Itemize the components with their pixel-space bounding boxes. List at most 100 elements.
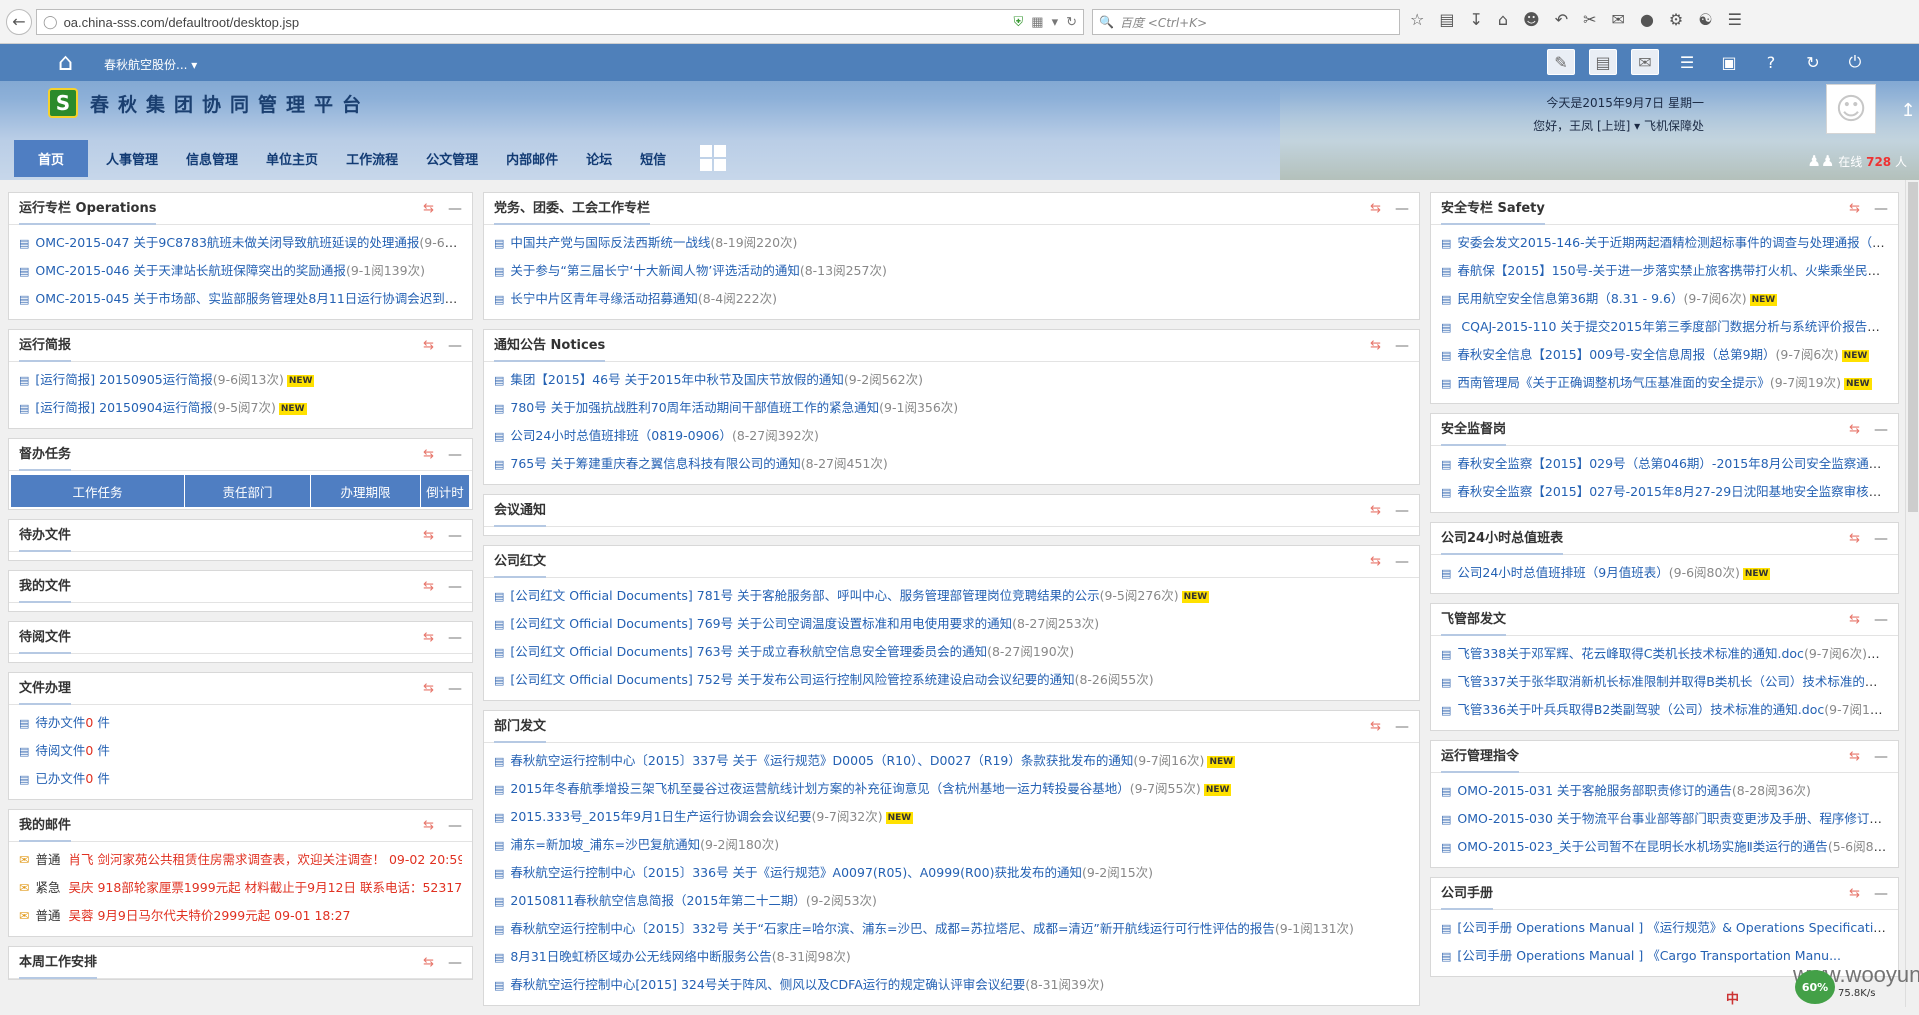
list-item[interactable]: ▤ 20150811春秋航空信息简报（2015年第二十二期）(9-2阅53次) bbox=[494, 887, 1409, 915]
col-task[interactable]: 工作任务 bbox=[11, 475, 185, 507]
list-item[interactable]: ▤ 关于参与“第三届长宁‘十大新闻人物’评选活动的通知(8-13阅257次) bbox=[494, 257, 1409, 285]
shield-icon[interactable]: ⛨ bbox=[1014, 14, 1024, 30]
bookmark-star-icon[interactable]: ☆ bbox=[1410, 10, 1424, 29]
list-item[interactable]: ▤ [公司红文 Official Documents] 763号 关于成立春秋航空… bbox=[494, 638, 1409, 666]
list-item[interactable]: ▤ 春航保【2015】150号-关于进一步落实禁止旅客携带打火机、火柴乘坐民航飞.… bbox=[1441, 257, 1888, 285]
minimize-icon[interactable]: — bbox=[1874, 531, 1888, 547]
edit-note-icon[interactable]: ✎ bbox=[1547, 49, 1575, 75]
minimize-icon[interactable]: — bbox=[448, 681, 462, 697]
nav-hr[interactable]: 人事管理 bbox=[96, 140, 168, 177]
collapse-up-icon[interactable]: ↥ bbox=[1897, 100, 1919, 130]
list-item[interactable]: ▤ 公司24小时总值班排班（0819-0906）(8-27阅392次) bbox=[494, 422, 1409, 450]
minimize-icon[interactable]: — bbox=[1874, 749, 1888, 765]
minimize-icon[interactable]: — bbox=[448, 447, 462, 463]
switch-icon[interactable]: ⇆ bbox=[423, 528, 434, 544]
minimize-icon[interactable]: — bbox=[448, 630, 462, 646]
document-icon[interactable]: ▤ bbox=[1589, 49, 1617, 75]
address-bar[interactable]: ◯ oa.china-sss.com/defaultroot/desktop.j… bbox=[36, 9, 1084, 35]
list-item[interactable]: ▤ 765号 关于筹建重庆春之翼信息科技有限公司的通知(8-27阅451次) bbox=[494, 450, 1409, 478]
minimize-icon[interactable]: — bbox=[1395, 503, 1409, 519]
minimize-icon[interactable]: — bbox=[1395, 201, 1409, 217]
list-item[interactable]: ▤ 春秋航空运行控制中心〔2015〕337号 关于《运行规范》D0005（R10）… bbox=[494, 747, 1409, 775]
list-item[interactable]: ▤ 春秋航空运行控制中心〔2015〕332号 关于“石家庄=哈尔滨、浦东=沙巴、成… bbox=[494, 915, 1409, 943]
refresh-icon[interactable]: ↻ bbox=[1799, 49, 1827, 75]
list-item[interactable]: ▤ 中国共产党与国际反法西斯统一战线(8-19阅220次) bbox=[494, 229, 1409, 257]
minimize-icon[interactable]: — bbox=[1395, 554, 1409, 570]
page-scrollbar[interactable] bbox=[1905, 180, 1919, 1007]
switch-icon[interactable]: ⇆ bbox=[423, 579, 434, 595]
home-icon[interactable]: ⌂ bbox=[1498, 10, 1508, 29]
minimize-icon[interactable]: — bbox=[1874, 422, 1888, 438]
minimize-icon[interactable]: — bbox=[448, 201, 462, 217]
list-item[interactable]: ▤ 已办文件0 件 bbox=[19, 765, 462, 793]
nav-mail[interactable]: 内部邮件 bbox=[496, 140, 568, 177]
switch-icon[interactable]: ⇆ bbox=[423, 447, 434, 463]
list-item[interactable]: ▤ 春秋航空运行控制中心[2015] 324号关于阵风、侧风以及CDFA运行的规定… bbox=[494, 971, 1409, 999]
menu-icon[interactable]: ☰ bbox=[1728, 10, 1742, 29]
qr-icon[interactable]: ▦ bbox=[1031, 14, 1043, 30]
extension-icon[interactable]: ● bbox=[1640, 10, 1654, 29]
switch-icon[interactable]: ⇆ bbox=[1849, 201, 1860, 217]
minimize-icon[interactable]: — bbox=[1874, 201, 1888, 217]
list-item[interactable]: ▤ 西南管理局《关于正确调整机场气压基准面的安全提示》(9-7阅19次) NEW bbox=[1441, 369, 1888, 397]
avatar[interactable]: ☺ bbox=[1826, 84, 1876, 134]
list-item[interactable]: ▤ OMC-2015-045 关于市场部、实监部服务管理处8月11日运行协调会迟到… bbox=[19, 285, 462, 313]
minimize-icon[interactable]: — bbox=[1874, 886, 1888, 902]
minimize-icon[interactable]: — bbox=[448, 955, 462, 971]
list-item[interactable]: ▤ [公司手册 Operations Manual ] 《运行规范》& Opera… bbox=[1441, 914, 1888, 942]
translate-icon[interactable]: ☯ bbox=[1698, 10, 1712, 29]
online-count[interactable]: ♟♟ 在线 728 人 bbox=[1808, 152, 1907, 170]
tools-icon[interactable]: ⚙ bbox=[1669, 10, 1683, 29]
switch-icon[interactable]: ⇆ bbox=[1370, 719, 1381, 735]
chat-icon[interactable]: ☻ bbox=[1523, 10, 1540, 29]
list-item[interactable]: ▤ 春秋安全监察【2015】029号（总第046期）-2015年8月公司安全监察通… bbox=[1441, 450, 1888, 478]
org-select[interactable]: 春秋航空股份... ▾ bbox=[104, 56, 197, 73]
nav-unit[interactable]: 单位主页 bbox=[256, 140, 328, 177]
list-item[interactable]: ▤ 2015年冬春航季增投三架飞机至曼谷过夜运营航线计划方案的补充征询意见（含杭州… bbox=[494, 775, 1409, 803]
switch-icon[interactable]: ⇆ bbox=[1849, 531, 1860, 547]
switch-icon[interactable]: ⇆ bbox=[1849, 612, 1860, 628]
crop-icon[interactable]: ✂ bbox=[1583, 10, 1596, 29]
mail-item[interactable]: ✉ 紧急 吴庆 918部轮家厘票1999元起 材料截止于9月12日 联系电话：523… bbox=[19, 874, 462, 902]
reading-list-icon[interactable]: ▤ bbox=[1439, 10, 1454, 29]
list-item[interactable]: ▤ OMO-2015-023_关于公司暂不在昆明长水机场实施Ⅱ类运行的通告(5-6… bbox=[1441, 833, 1888, 861]
list-item[interactable]: ▤ 飞管337关于张华取消新机长标准限制并取得B类机长（公司）技术标准的通知... bbox=[1441, 668, 1888, 696]
minimize-icon[interactable]: — bbox=[448, 818, 462, 834]
back-button[interactable]: ← bbox=[6, 8, 32, 35]
list-item[interactable]: ▤ 民用航空安全信息第36期（8.31 - 9.6）(9-7阅6次) NEW bbox=[1441, 285, 1888, 313]
switch-icon[interactable]: ⇆ bbox=[1849, 749, 1860, 765]
mail-item[interactable]: ✉ 普通 肖飞 剑河家苑公共租赁住房需求调查表，欢迎关注调查！ 09-02 20:5… bbox=[19, 846, 462, 874]
col-countdown[interactable]: 倒计时 bbox=[421, 475, 470, 507]
list-item[interactable]: ▤ [运行简报] 20150904运行简报(9-5阅7次) NEW bbox=[19, 394, 462, 422]
nav-workflow[interactable]: 工作流程 bbox=[336, 140, 408, 177]
message-icon[interactable]: ✉ bbox=[1612, 10, 1625, 29]
switch-icon[interactable]: ⇆ bbox=[423, 681, 434, 697]
mail-item[interactable]: ✉ 普通 吴蓉 9月9日马尔代夫特价2999元起 09-01 18:27 bbox=[19, 902, 462, 930]
speed-badge[interactable]: 60% bbox=[1795, 970, 1835, 1004]
download-icon[interactable]: ↧ bbox=[1469, 10, 1482, 29]
switch-icon[interactable]: ⇆ bbox=[423, 201, 434, 217]
undo-icon[interactable]: ↶ bbox=[1555, 10, 1568, 29]
switch-icon[interactable]: ⇆ bbox=[423, 338, 434, 354]
home-icon[interactable]: ⌂ bbox=[58, 49, 84, 75]
nav-info[interactable]: 信息管理 bbox=[176, 140, 248, 177]
list-icon[interactable]: ☰ bbox=[1673, 49, 1701, 75]
minimize-icon[interactable]: — bbox=[448, 338, 462, 354]
nav-docs[interactable]: 公文管理 bbox=[416, 140, 488, 177]
list-item[interactable]: ▤ 2015.333号_2015年9月1日生产运行协调会会议纪要(9-7阅32次)… bbox=[494, 803, 1409, 831]
list-item[interactable]: ▤ 8月31日晚虹桥区域办公无线网络中断服务公告(8-31阅98次) bbox=[494, 943, 1409, 971]
list-item[interactable]: ▤ [公司红文 Official Documents] 781号 关于客舱服务部、… bbox=[494, 582, 1409, 610]
list-item[interactable]: ▤ 浦东=新加坡_浦东=沙巴复航通知(9-2阅180次) bbox=[494, 831, 1409, 859]
list-item[interactable]: ▤ [运行简报] 20150905运行简报(9-6阅13次) NEW bbox=[19, 366, 462, 394]
list-item[interactable]: ▤ 公司24小时总值班排班（9月值班表）(9-6阅80次) NEW bbox=[1441, 559, 1888, 587]
col-dept[interactable]: 责任部门 bbox=[185, 475, 311, 507]
dropdown-icon[interactable]: ▾ bbox=[1052, 14, 1059, 30]
list-item[interactable]: ▤ [公司红文 Official Documents] 769号 关于公司空调温度… bbox=[494, 610, 1409, 638]
list-item[interactable]: ▤ 安委会发文2015-146-关于近期两起酒精检测超标事件的调查与处理通报（总.… bbox=[1441, 229, 1888, 257]
list-item[interactable]: ▤ 待办文件0 件 bbox=[19, 709, 462, 737]
list-item[interactable]: ▤ OMO-2015-030 关于物流平台事业部等部门职责变更涉及手册、程序修订的… bbox=[1441, 805, 1888, 833]
grid-menu-icon[interactable] bbox=[700, 145, 727, 171]
user-info[interactable]: 您好，王凤 [上班] ▾ 飞机保障处 bbox=[1533, 117, 1704, 134]
switch-icon[interactable]: ⇆ bbox=[1370, 503, 1381, 519]
switch-icon[interactable]: ⇆ bbox=[1849, 422, 1860, 438]
